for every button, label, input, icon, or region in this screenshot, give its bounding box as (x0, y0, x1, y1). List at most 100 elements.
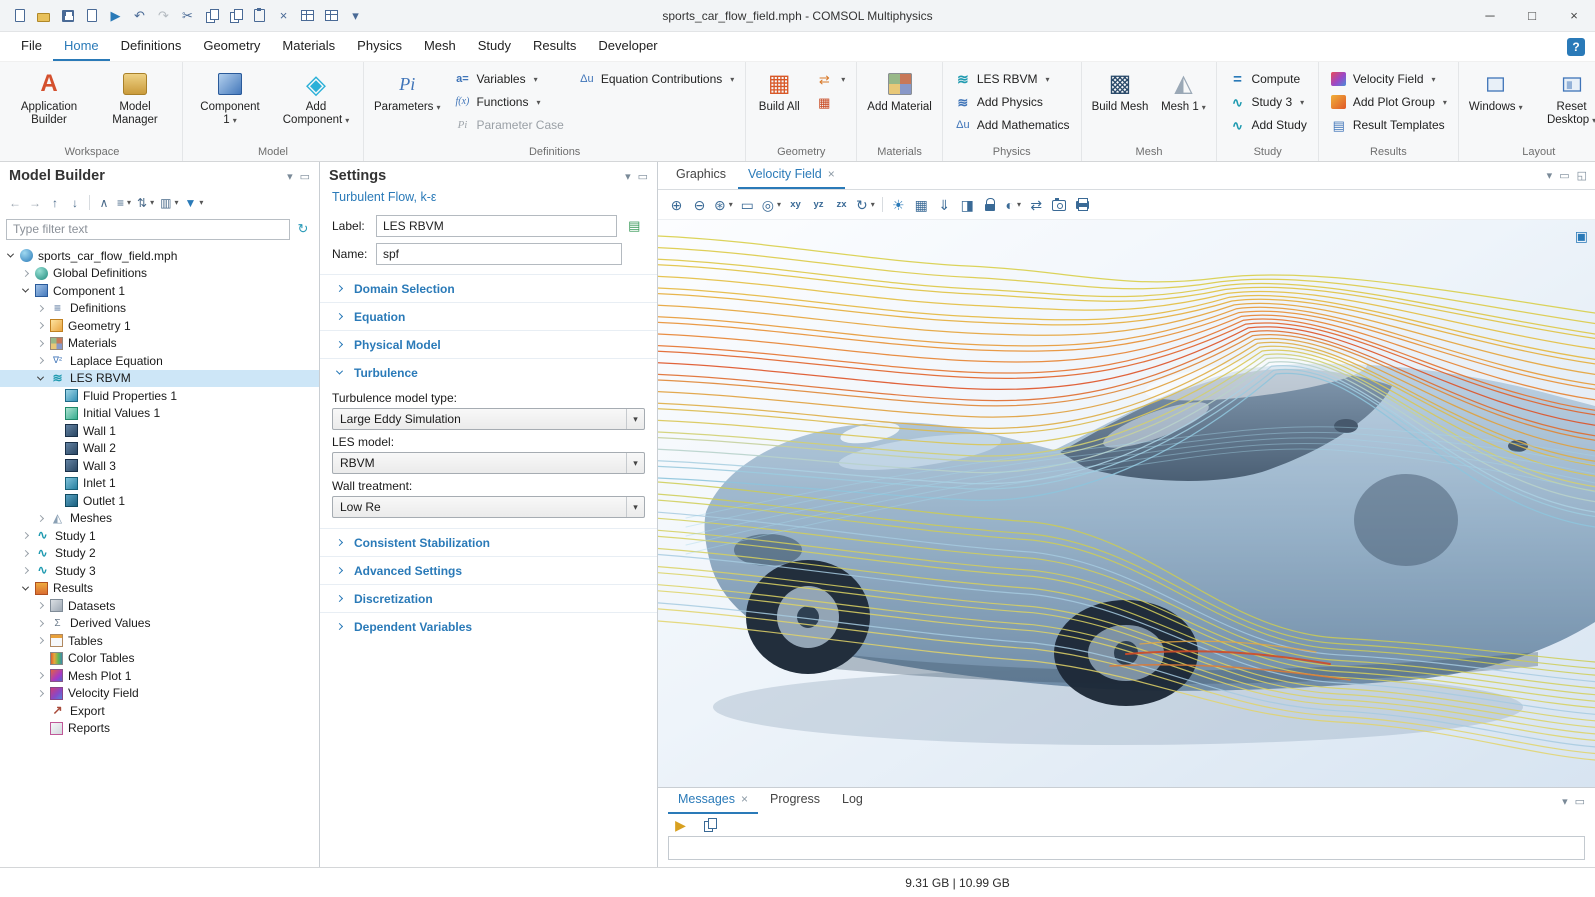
menu-physics[interactable]: Physics (346, 32, 413, 61)
ribbon-result-templates-button[interactable]: ▤Result Templates (1324, 114, 1453, 136)
clear-icon[interactable]: ▶ (670, 814, 691, 836)
ribbon-add-study-button[interactable]: ∿Add Study (1222, 114, 1312, 136)
select-les-model[interactable]: RBVM▾ (332, 452, 645, 474)
plot-in-window-icon[interactable]: ◨ (957, 194, 978, 216)
paste-icon[interactable] (248, 5, 271, 27)
expanded-chevron-icon[interactable] (19, 284, 32, 297)
menu-results[interactable]: Results (522, 32, 587, 61)
panel-menu-icon[interactable]: ▾ (1562, 795, 1568, 808)
tree-item-initial-values-1[interactable]: Initial Values 1 (0, 405, 319, 423)
ribbon-add-physics-button[interactable]: ≋Add Physics (948, 91, 1076, 113)
collapsed-chevron-icon[interactable] (19, 547, 32, 560)
save-icon[interactable] (56, 5, 79, 27)
view-yz-icon[interactable]: yz (808, 194, 829, 216)
label-options-button[interactable]: ▤ (623, 216, 645, 236)
tree-item-fluid-properties-1[interactable]: Fluid Properties 1 (0, 387, 319, 405)
tree-item-wall-1[interactable]: Wall 1 (0, 422, 319, 440)
zoom-out-icon[interactable]: ⊖ (689, 194, 710, 216)
ribbon-study-3-button[interactable]: ∿Study 3▾ (1222, 91, 1312, 113)
ribbon-variables-button[interactable]: a=Variables▾ (447, 68, 569, 90)
copy-table-icon[interactable] (296, 5, 319, 27)
ribbon-functions-button[interactable]: f(x)Functions▾ (447, 91, 569, 113)
move-down-icon[interactable]: ↓ (66, 193, 84, 213)
zoom-box-icon[interactable]: ▭ (737, 194, 758, 216)
ribbon-parameter-case-button[interactable]: PiParameter Case (447, 114, 569, 136)
expanded-chevron-icon[interactable] (4, 249, 17, 262)
ribbon-add-plot-group-button[interactable]: Add Plot Group▾ (1324, 91, 1453, 113)
update-scene-icon[interactable]: ⇄ (1026, 194, 1047, 216)
tree-item-sports-car-flow-field-mph[interactable]: sports_car_flow_field.mph (0, 247, 319, 265)
ribbon-equation-contributions-button[interactable]: ΔuEquation Contributions▾ (572, 68, 740, 90)
paste-table-icon[interactable] (320, 5, 343, 27)
section-header-equation[interactable]: Equation (320, 303, 657, 330)
tree-item-datasets[interactable]: Datasets (0, 597, 319, 615)
panel-menu-icon[interactable]: ▾ (1547, 169, 1553, 182)
delete-icon[interactable]: × (272, 5, 295, 27)
view-xy-icon[interactable]: xy (785, 194, 806, 216)
tree-item-derived-values[interactable]: ΣDerived Values (0, 615, 319, 633)
tree-item-laplace-equation[interactable]: ∇²Laplace Equation (0, 352, 319, 370)
label-input[interactable] (376, 215, 617, 237)
messages-tab-messages[interactable]: Messages× (668, 787, 758, 814)
open-file-icon[interactable] (32, 5, 55, 27)
section-header-advanced-settings[interactable]: Advanced Settings (320, 557, 657, 584)
ribbon-application-builder-button[interactable]: AApplication Builder (7, 65, 91, 129)
preview-icon[interactable] (80, 5, 103, 27)
collapsed-chevron-icon[interactable] (34, 687, 47, 700)
dock-panel-icon[interactable]: ◱ (1577, 169, 1587, 182)
refresh-filter-icon[interactable]: ↻ (293, 221, 313, 237)
select-wall-treatment[interactable]: Low Re▾ (332, 496, 645, 518)
messages-tab-progress[interactable]: Progress (760, 787, 830, 814)
tree-item-inlet-1[interactable]: Inlet 1 (0, 475, 319, 493)
copy-icon[interactable] (699, 814, 720, 836)
back-icon[interactable]: ← (6, 193, 24, 213)
tree-item-materials[interactable]: Materials (0, 335, 319, 353)
menu-materials[interactable]: Materials (271, 32, 346, 61)
ribbon-windows-button[interactable]: Windows▾ (1464, 65, 1528, 116)
tree-item-color-tables[interactable]: Color Tables (0, 650, 319, 668)
forward-icon[interactable]: → (26, 193, 44, 213)
float-panel-icon[interactable]: ▭ (1575, 795, 1585, 808)
collapse-all-icon[interactable]: ∧ (95, 193, 113, 213)
tree-item-meshes[interactable]: ◭Meshes (0, 510, 319, 528)
columns-icon[interactable]: ▥▾ (158, 193, 180, 213)
maximize-button[interactable]: □ (1511, 0, 1553, 31)
section-header-physical-model[interactable]: Physical Model (320, 331, 657, 358)
tree-item-study-1[interactable]: ∿Study 1 (0, 527, 319, 545)
undo-icon[interactable]: ↶ (128, 5, 151, 27)
close-tab-icon[interactable]: × (741, 787, 748, 812)
new-file-icon[interactable] (8, 5, 31, 27)
tree-item-global-definitions[interactable]: Global Definitions (0, 265, 319, 283)
lock-view-icon[interactable] (980, 194, 1001, 216)
panel-menu-icon[interactable]: ▾ (625, 170, 631, 183)
ribbon-add-material-button[interactable]: Add Material (862, 65, 937, 116)
tree-item-velocity-field[interactable]: Velocity Field (0, 685, 319, 703)
cut-icon[interactable]: ✂ (176, 5, 199, 27)
menu-home[interactable]: Home (53, 32, 110, 61)
print-icon[interactable] (1072, 194, 1093, 216)
float-panel-icon[interactable]: ▭ (1559, 169, 1569, 182)
ribbon-velocity-field-button[interactable]: Velocity Field▾ (1324, 68, 1453, 90)
go-to-view-icon[interactable]: ◎▾ (760, 194, 783, 216)
section-header-discretization[interactable]: Discretization (320, 585, 657, 612)
reset-view-icon[interactable]: ↻▾ (854, 194, 877, 216)
ribbon-mesh-1-button[interactable]: ◭Mesh 1▾ (1155, 65, 1211, 116)
filter-input[interactable] (6, 219, 290, 240)
duplicate-icon[interactable] (224, 5, 247, 27)
collapsed-chevron-icon[interactable] (34, 634, 47, 647)
export-image-icon[interactable]: ⇓ (934, 194, 955, 216)
select-turbulence-model-type[interactable]: Large Eddy Simulation▾ (332, 408, 645, 430)
tree-item-wall-2[interactable]: Wall 2 (0, 440, 319, 458)
float-panel-icon[interactable]: ▭ (638, 170, 648, 183)
redo-icon[interactable]: ↷ (152, 5, 175, 27)
collapsed-chevron-icon[interactable] (34, 354, 47, 367)
help-button[interactable]: ? (1567, 38, 1585, 56)
zoom-extents-icon[interactable]: ⊛▾ (712, 194, 735, 216)
float-panel-icon[interactable]: ▭ (300, 170, 310, 183)
messages-tab-log[interactable]: Log (832, 787, 873, 814)
section-header-turbulence[interactable]: Turbulence (320, 359, 657, 386)
move-up-icon[interactable]: ↑ (46, 193, 64, 213)
section-header-consistent-stabilization[interactable]: Consistent Stabilization (320, 529, 657, 556)
expanded-chevron-icon[interactable] (34, 372, 47, 385)
name-input[interactable] (376, 243, 622, 265)
